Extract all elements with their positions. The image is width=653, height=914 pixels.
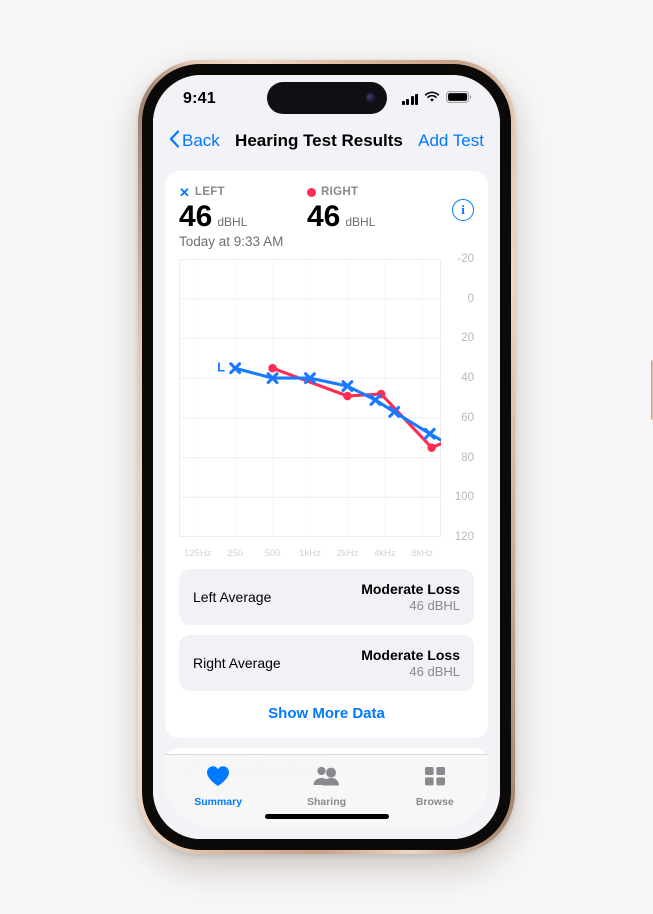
- show-more-data-button[interactable]: Show More Data: [179, 691, 474, 728]
- page-title: Hearing Test Results: [235, 131, 403, 150]
- phone-bezel: 9:41 Back Hearing Test Results Add Test …: [142, 64, 511, 850]
- y-axis-tick: 20: [461, 332, 474, 345]
- right-ear-unit: dBHL: [345, 215, 376, 229]
- left-ear-unit: dBHL: [217, 215, 248, 229]
- home-indicator[interactable]: [264, 814, 389, 819]
- left-ear-value: 46: [179, 200, 213, 233]
- tab-bar: Summary Sharing Browse: [164, 754, 489, 828]
- tab-summary[interactable]: Summary: [175, 764, 261, 808]
- tab-browse[interactable]: Browse: [392, 764, 478, 808]
- tab-sharing[interactable]: Sharing: [283, 764, 369, 808]
- add-test-button[interactable]: Add Test: [418, 131, 484, 151]
- x-axis-tick: 1kHz: [299, 548, 321, 559]
- scroll-content[interactable]: ✕ LEFT 46 dBHL RIGHT 46 dBHL i Today at …: [153, 163, 500, 839]
- back-label: Back: [182, 131, 220, 150]
- chevron-left-icon: [169, 129, 180, 153]
- x-axis-tick: 2kHz: [336, 548, 359, 559]
- stat-row-right-average[interactable]: Right Average Moderate Loss 46 dBHL: [179, 635, 474, 691]
- stat-label: Right Average: [193, 655, 281, 671]
- x-axis-tick: 500: [264, 548, 281, 559]
- wifi-icon: [424, 90, 440, 108]
- audiogram-plot: LR: [179, 259, 441, 537]
- svg-text:L: L: [217, 360, 225, 375]
- y-axis-tick: 80: [461, 451, 474, 464]
- dynamic-island: [266, 82, 387, 114]
- right-ear-value: 46: [307, 200, 341, 233]
- x-axis-tick: 125Hz: [183, 548, 212, 559]
- heart-icon: [205, 764, 231, 793]
- status-indicators: [401, 90, 473, 108]
- tab-label: Summary: [194, 796, 243, 808]
- x-mark-icon: ✕: [179, 184, 190, 200]
- left-ear-summary: ✕ LEFT 46 dBHL: [179, 184, 307, 234]
- people-icon: [311, 764, 341, 793]
- y-axis-tick: 0: [467, 292, 474, 305]
- phone-screen: 9:41 Back Hearing Test Results Add Test …: [153, 75, 500, 839]
- result-timestamp: Today at 9:33 AM: [179, 234, 284, 249]
- cellular-bars-icon: [401, 93, 418, 105]
- stat-row-left-average[interactable]: Left Average Moderate Loss 46 dBHL: [179, 569, 474, 625]
- phone-frame: 9:41 Back Hearing Test Results Add Test …: [138, 60, 653, 854]
- stat-value: Moderate Loss: [361, 581, 460, 597]
- right-ear-label: RIGHT: [321, 186, 359, 198]
- result-header: ✕ LEFT 46 dBHL RIGHT 46 dBHL i: [179, 185, 474, 233]
- x-axis-tick: 4kHz: [374, 548, 396, 559]
- x-axis-tick: 8kHz: [411, 548, 434, 559]
- status-time: 9:41: [183, 90, 216, 107]
- nav-bar: Back Hearing Test Results Add Test: [153, 119, 500, 163]
- x-axis-tick: 250: [227, 548, 244, 559]
- y-axis-tick: 100: [454, 491, 474, 504]
- stat-sub: 46 dBHL: [409, 598, 460, 613]
- grid-icon: [423, 764, 447, 793]
- dot-mark-icon: [307, 187, 316, 197]
- hearing-result-card: ✕ LEFT 46 dBHL RIGHT 46 dBHL i Today at …: [165, 171, 488, 738]
- front-camera-icon: [365, 93, 376, 103]
- right-ear-summary: RIGHT 46 dBHL: [307, 185, 435, 233]
- y-axis-tick: 120: [454, 531, 474, 543]
- status-bar: 9:41: [153, 75, 500, 119]
- y-axis-tick: 40: [461, 372, 474, 385]
- left-ear-label: LEFT: [194, 186, 225, 198]
- stat-value: Moderate Loss: [361, 647, 460, 663]
- tab-label: Browse: [415, 796, 454, 808]
- stat-label: Left Average: [193, 589, 272, 605]
- audiogram-chart: LR -20 0 20 40 60 80 100 120 125Hz 250 500 1kHz 2kH…: [179, 253, 474, 559]
- stat-sub: 46 dBHL: [409, 664, 460, 679]
- tab-label: Sharing: [306, 796, 347, 808]
- battery-full-icon: [446, 90, 472, 108]
- y-axis-tick: 60: [461, 411, 474, 424]
- y-axis-tick: -20: [457, 253, 474, 265]
- info-circle-icon[interactable]: i: [452, 199, 474, 221]
- back-button[interactable]: Back: [169, 129, 220, 153]
